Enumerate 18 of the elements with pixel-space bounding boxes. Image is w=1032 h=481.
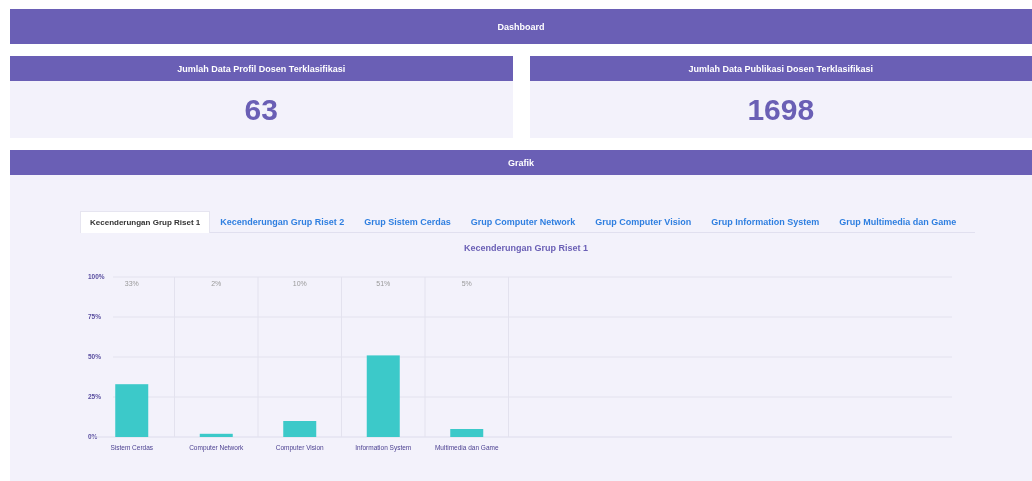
- bar: [115, 384, 149, 437]
- tab[interactable]: Kecenderungan Grup Riset 1: [80, 211, 211, 233]
- tab[interactable]: Grup Multimedia dan Game: [829, 210, 967, 233]
- stat-value: 1698: [746, 91, 816, 128]
- dashboard-header: Dashboard: [10, 9, 1032, 44]
- chart-title: Kecenderungan Grup Riset 1: [464, 243, 589, 253]
- panel-title: Grafik: [10, 150, 1032, 175]
- bar: [450, 429, 484, 437]
- tab[interactable]: Grup Information System: [701, 210, 830, 233]
- bar: [283, 421, 317, 437]
- card-title: Jumlah Data Profil Dosen Terklasifikasi: [10, 56, 513, 81]
- card-title: Jumlah Data Publikasi Dosen Terklasifikasi: [529, 56, 1032, 81]
- tab[interactable]: Grup Computer Vision: [585, 210, 702, 233]
- tab[interactable]: Kecenderungan Grup Riset 2: [210, 210, 355, 233]
- tab[interactable]: Grup Computer Network: [460, 210, 586, 233]
- stat-value: 63: [243, 91, 279, 128]
- bar: [199, 433, 233, 437]
- tab[interactable]: Grup Sistem Cerdas: [354, 210, 461, 233]
